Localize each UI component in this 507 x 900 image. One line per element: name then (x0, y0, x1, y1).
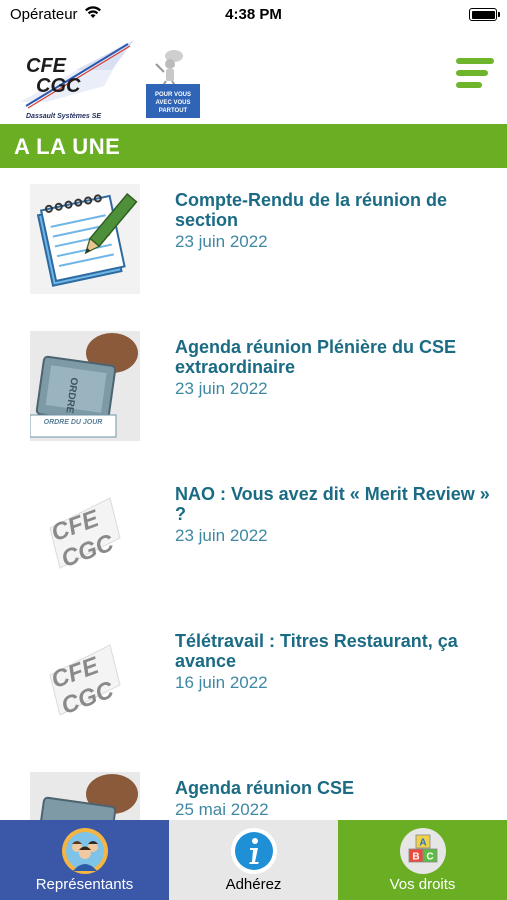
battery-icon (469, 8, 500, 21)
tab-label: Adhérez (225, 876, 282, 893)
cfe-cgc-logo: CFE CGC (30, 478, 140, 588)
status-time: 4:38 PM (225, 6, 282, 23)
article-title[interactable]: NAO : Vous avez dit « Merit Review » ? 2… (175, 484, 495, 546)
article-title[interactable]: Agenda réunion Plénière du CSE extraordi… (175, 337, 495, 399)
svg-text:C: C (426, 852, 433, 863)
tab-adherez[interactable]: Adhérez (169, 820, 338, 900)
section-header: A LA UNE (0, 124, 507, 168)
article-title[interactable]: Télétravail : Titres Restaurant, ça avan… (175, 631, 495, 693)
cfe-cgc-logo[interactable]: CFE CGC Dassault Systèmes SE (16, 40, 136, 120)
article-date: 23 juin 2022 (175, 232, 268, 251)
article-date: 23 juin 2022 (175, 379, 268, 398)
rubber-stamp-icon (30, 772, 140, 820)
section-title: A LA UNE (14, 134, 121, 159)
app-header: CFE CGC Dassault Systèmes SE POUR VOUS A… (0, 30, 507, 124)
article-item[interactable]: ORDRE ORDRE DU JOUR Agenda réunion Pléni… (0, 315, 507, 455)
campaign-logo: POUR VOUS AVEC VOUS PARTOUT (142, 42, 202, 120)
article-date: 16 juin 2022 (175, 673, 268, 692)
article-item[interactable]: Compte-Rendu de la réunion de section 23… (0, 168, 507, 308)
svg-text:ORDRE DU JOUR: ORDRE DU JOUR (44, 419, 103, 426)
tab-label: Vos droits (389, 876, 456, 893)
article-date: 23 juin 2022 (175, 526, 268, 545)
status-bar: Opérateur 4:38 PM (0, 0, 507, 30)
article-date: 25 mai 2022 (175, 800, 269, 819)
info-icon (230, 828, 277, 874)
svg-text:POUR VOUS: POUR VOUS (155, 92, 191, 98)
logo-line1: CFE (26, 55, 67, 77)
svg-text:PARTOUT: PARTOUT (159, 108, 188, 114)
tab-vos-droits[interactable]: A B C Vos droits (338, 820, 507, 900)
tab-representants[interactable]: Représentants (0, 820, 169, 900)
rubber-stamp-icon: ORDRE ORDRE DU JOUR (29, 331, 140, 441)
people-icon (61, 828, 108, 874)
logo-line2: CGC (36, 75, 81, 97)
article-item[interactable]: Agenda réunion CSE 25 mai 2022 (0, 756, 507, 820)
article-list[interactable]: Compte-Rendu de la réunion de section 23… (0, 168, 507, 820)
article-item[interactable]: CFE CGC NAO : Vous avez dit « Merit Revi… (0, 462, 507, 602)
article-item[interactable]: CFE CGC Télétravail : Titres Restaurant,… (0, 609, 507, 749)
svg-text:A: A (419, 838, 426, 849)
tab-label: Représentants (35, 876, 134, 893)
bottom-tab-bar: Représentants Adhérez A B C Vos droits (0, 820, 507, 900)
article-title[interactable]: Compte-Rendu de la réunion de section 23… (175, 190, 495, 252)
hamburger-menu-icon[interactable] (456, 58, 494, 92)
logo-caption: Dassault Systèmes SE (26, 113, 102, 120)
article-title[interactable]: Agenda réunion CSE 25 mai 2022 (175, 778, 495, 820)
notepad-pencil-icon (30, 184, 140, 294)
svg-text:B: B (412, 852, 419, 863)
cfe-cgc-logo: CFE CGC (30, 625, 140, 735)
svg-text:AVEC VOUS: AVEC VOUS (156, 100, 191, 106)
abc-blocks-icon: A B C (399, 828, 446, 874)
